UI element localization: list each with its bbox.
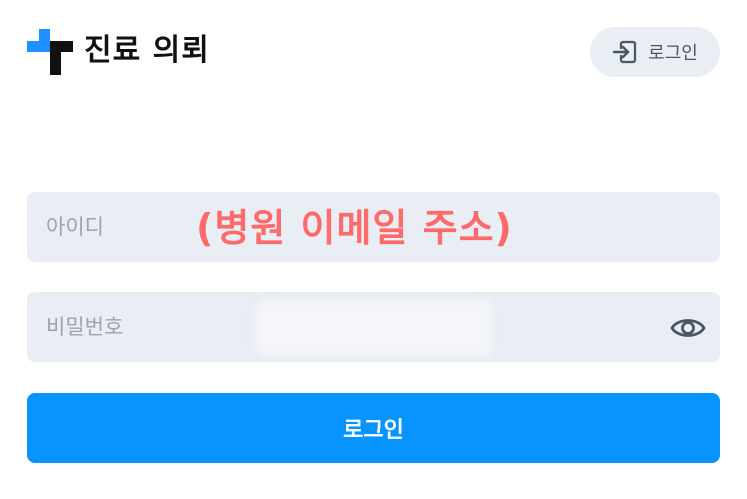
header-login-label: 로그인 [648, 43, 698, 64]
password-visibility-toggle[interactable] [670, 310, 706, 346]
login-page: 진료 의뢰 로그인 (병원 이메일 주소) 로그인 [0, 0, 747, 499]
sign-in-icon [612, 40, 637, 64]
password-field [27, 292, 720, 362]
medical-cross-logo-icon [27, 29, 73, 75]
login-submit-button[interactable]: 로그인 [27, 393, 720, 463]
id-input[interactable] [27, 192, 720, 262]
app-title: 진료 의뢰 [84, 33, 210, 68]
password-input[interactable] [27, 292, 720, 362]
id-field [27, 192, 720, 262]
eye-icon [670, 319, 706, 337]
header-login-button[interactable]: 로그인 [590, 27, 720, 77]
